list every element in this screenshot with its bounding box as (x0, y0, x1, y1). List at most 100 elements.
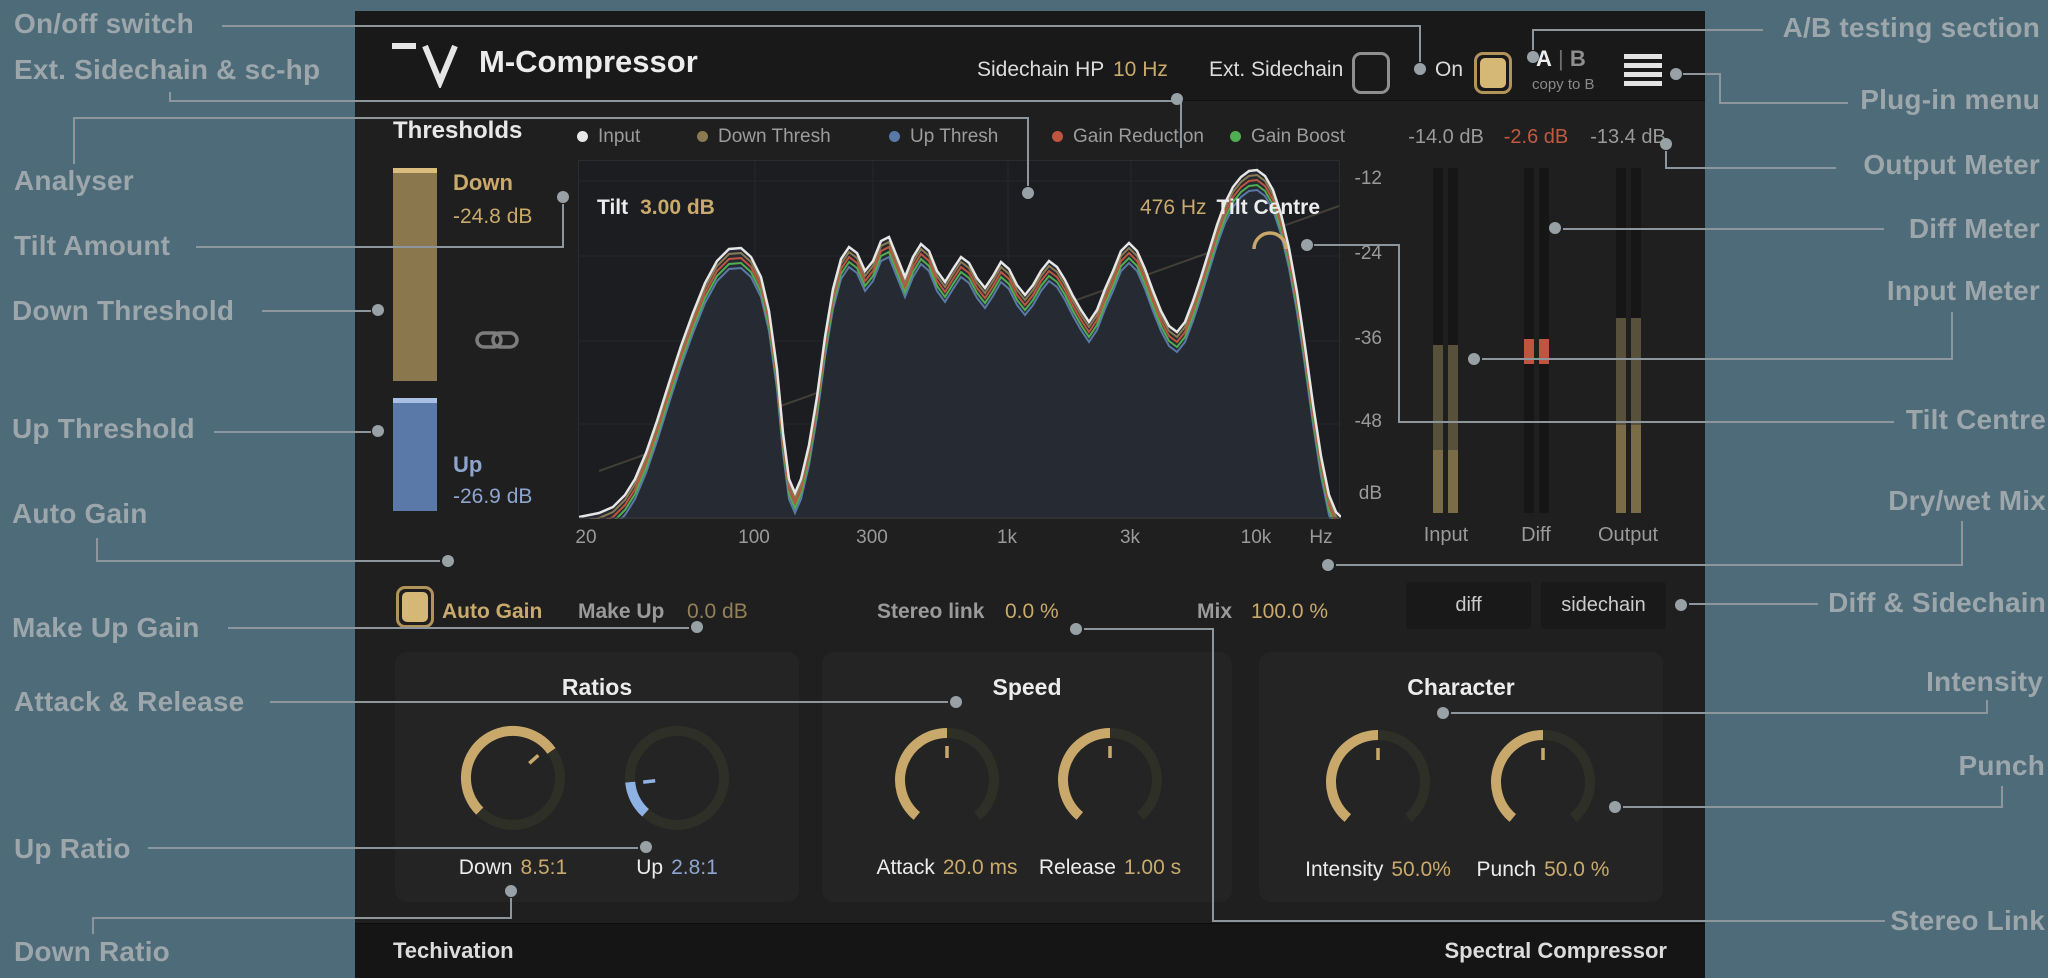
on-label: On (1435, 58, 1463, 82)
sidechain-button[interactable]: sidechain (1541, 582, 1666, 629)
up-ratio-knob[interactable] (622, 723, 732, 833)
input-meter-label: Input (1396, 524, 1496, 547)
legend-gain-boost-label[interactable]: Gain Boost (1251, 126, 1345, 148)
annotation-ab-testing: A/B testing section (1783, 12, 2040, 44)
up-threshold-label: Up (453, 452, 482, 478)
y-tick-36: -36 (1336, 328, 1382, 350)
output-meter-label: Output (1578, 524, 1678, 547)
input-meter-fill (1448, 450, 1458, 513)
output-meter-value: -13.4 dB (1578, 126, 1678, 149)
ext-sidechain-checkbox[interactable] (1352, 52, 1390, 94)
annotation-up-threshold: Up Threshold (12, 413, 195, 445)
x-tick-3k: 3k (1100, 527, 1160, 549)
x-tick-300: 300 (842, 527, 902, 549)
stereo-link-label: Stereo link (877, 600, 984, 624)
diff-button[interactable]: diff (1406, 582, 1531, 629)
ab-switch[interactable]: A | B (1536, 46, 1586, 72)
release-readout[interactable]: Release1.00 s (1000, 856, 1220, 880)
tilt-label: Tilt (597, 196, 628, 219)
screenshot-canvas: M-Compressor Sidechain HP 10 Hz Ext. Sid… (0, 0, 2048, 978)
annotation-make-up-gain: Make Up Gain (12, 612, 200, 644)
ab-separator: | (1558, 46, 1564, 71)
x-tick-100: 100 (724, 527, 784, 549)
tilt-centre-label: Tilt Centre (1217, 196, 1320, 219)
input-meter-value: -14.0 dB (1396, 126, 1496, 149)
legend-up-thresh-label[interactable]: Up Thresh (910, 126, 998, 148)
x-tick-1k: 1k (977, 527, 1037, 549)
link-icon[interactable] (474, 327, 520, 353)
up-ratio-readout[interactable]: Up2.8:1 (567, 856, 787, 880)
sidechain-hp-value[interactable]: 10 Hz (1113, 58, 1168, 82)
annotation-diff-meter: Diff Meter (1909, 213, 2040, 245)
legend-gain-reduction-label[interactable]: Gain Reduction (1073, 126, 1204, 148)
ext-sidechain-label: Ext. Sidechain (1209, 58, 1343, 82)
output-meter-fill (1631, 318, 1641, 425)
legend-down-thresh-label[interactable]: Down Thresh (718, 126, 831, 148)
annotation-diff-sidechain: Diff & Sidechain (1828, 587, 2046, 619)
annotation-dry-wet-mix: Dry/wet Mix (1888, 485, 2046, 517)
copy-to-b-button[interactable]: copy to B (1532, 76, 1595, 93)
attack-knob[interactable] (892, 725, 1002, 835)
punch-knob[interactable] (1488, 727, 1598, 837)
annotation-analyser: Analyser (14, 165, 134, 197)
y-tick-24: -24 (1336, 243, 1382, 265)
intensity-knob[interactable] (1323, 727, 1433, 837)
diff-meter-fill (1539, 339, 1549, 364)
input-meter-fill (1448, 345, 1458, 450)
x-axis-unit: Hz (1291, 527, 1351, 549)
diff-meter-fill (1524, 339, 1534, 364)
on-toggle[interactable] (1474, 52, 1512, 94)
diff-meter-value: -2.6 dB (1486, 126, 1586, 149)
annotation-on-off-switch: On/off switch (14, 8, 194, 40)
up-threshold-slider[interactable] (393, 403, 437, 511)
input-meter-fill (1433, 345, 1443, 450)
tilt-value[interactable]: 3.00 dB (640, 196, 715, 219)
annotation-input-meter: Input Meter (1887, 275, 2040, 307)
legend-input-label[interactable]: Input (598, 126, 640, 148)
release-knob[interactable] (1055, 725, 1165, 835)
menu-icon[interactable] (1624, 54, 1662, 86)
auto-gain-toggle[interactable] (396, 586, 434, 628)
output-meter-fill (1631, 425, 1641, 513)
make-up-label: Make Up (578, 600, 664, 624)
legend-down-thresh-dot (697, 131, 708, 142)
ratios-title: Ratios (395, 674, 799, 701)
tilt-centre-value[interactable]: 476 Hz (1140, 196, 1207, 219)
thresholds-heading: Thresholds (393, 117, 522, 145)
y-tick-48: -48 (1336, 411, 1382, 433)
ab-b[interactable]: B (1570, 46, 1586, 71)
annotation-stereo-link: Stereo Link (1890, 905, 2045, 937)
legend-gain-boost-dot (1230, 131, 1241, 142)
legend-input-dot (577, 131, 588, 142)
auto-gain-label: Auto Gain (442, 600, 542, 624)
output-meter-fill (1616, 318, 1626, 425)
y-axis-unit: dB (1336, 483, 1382, 505)
techivation-logo-icon (392, 40, 468, 88)
stereo-link-value[interactable]: 0.0 % (1005, 600, 1059, 624)
character-title: Character (1259, 674, 1663, 701)
punch-readout[interactable]: Punch50.0 % (1433, 858, 1653, 882)
annotation-tilt-amount: Tilt Amount (14, 230, 170, 262)
annotation-output-meter: Output Meter (1863, 149, 2040, 181)
tilt-amount-control[interactable]: Tilt 3.00 dB (597, 196, 715, 220)
footer-bar: Techivation Spectral Compressor (355, 923, 1705, 978)
annotation-tilt-centre: Tilt Centre (1906, 404, 2046, 436)
annotation-attack-release: Attack & Release (14, 686, 244, 718)
product-name: Spectral Compressor (1444, 938, 1667, 964)
brand-name: Techivation (393, 938, 514, 964)
tilt-centre-control[interactable]: 476 Hz Tilt Centre (1100, 196, 1320, 220)
legend-up-thresh-dot (889, 131, 900, 142)
annotation-auto-gain: Auto Gain (12, 498, 148, 530)
mix-value[interactable]: 100.0 % (1251, 600, 1328, 624)
annotation-down-ratio: Down Ratio (14, 936, 170, 968)
legend-gain-reduction-dot (1052, 131, 1063, 142)
down-threshold-value[interactable]: -24.8 dB (453, 205, 532, 229)
annotation-punch: Punch (1958, 750, 2045, 782)
down-threshold-slider[interactable] (393, 173, 437, 381)
down-ratio-knob[interactable] (458, 723, 568, 833)
ab-a[interactable]: A (1536, 46, 1552, 71)
down-threshold-label: Down (453, 170, 513, 196)
up-threshold-value[interactable]: -26.9 dB (453, 485, 532, 509)
x-tick-10k: 10k (1226, 527, 1286, 549)
make-up-value[interactable]: 0.0 dB (687, 600, 748, 624)
